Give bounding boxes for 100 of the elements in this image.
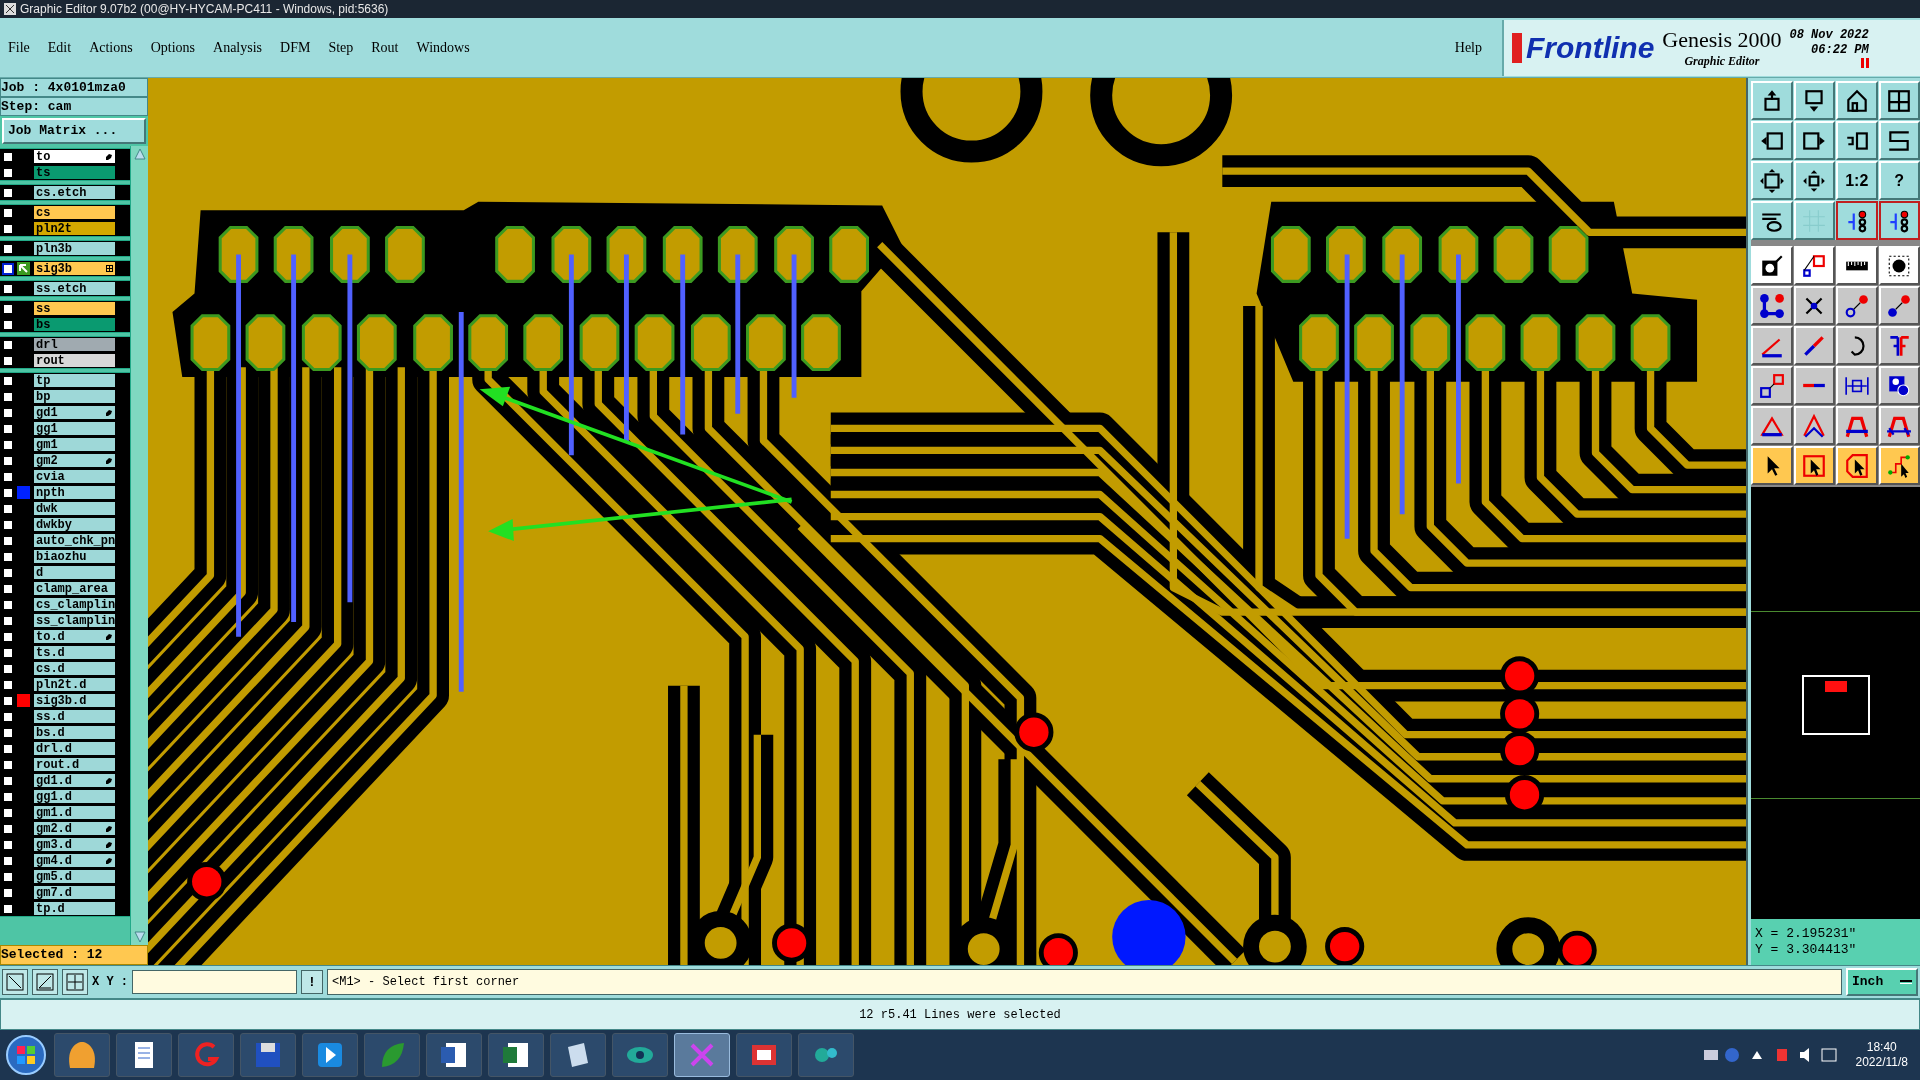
layer-label: sig3b [36,262,72,275]
layer-row[interactable]: gg1.d [33,789,116,804]
layer-label: to.d [36,630,65,643]
layer-row[interactable]: ss [33,301,116,316]
clock-date: 2022/11/8 [1855,1055,1908,1070]
layer-row[interactable]: ss.d [33,709,116,724]
layer-row[interactable]: biaozhu [33,549,116,564]
layer-label: gg1 [36,422,58,435]
layer-row[interactable]: cs.etch [33,185,116,200]
layer-row[interactable]: pln3b [33,241,116,256]
layer-row[interactable]: npth [33,485,116,500]
layer-row[interactable]: dwk [33,501,116,516]
menu-item[interactable]: File [8,37,30,58]
toolbar-button[interactable]: ? [1878,161,1920,200]
layer-label: gm5.d [36,870,72,883]
layer-label: bp [36,390,51,403]
date-label: 08 Nov 2022 [1789,27,1869,43]
layer-row[interactable]: to [33,149,116,164]
layer-row[interactable]: gm2 [33,453,116,468]
step-label: Step: cam [0,97,148,116]
layer-label: gg1.d [36,790,72,803]
menu-item[interactable]: Help [1454,37,1482,58]
menu-item[interactable]: Rout [371,37,399,58]
menu-item[interactable]: Edit [47,37,72,58]
layer-row[interactable]: cs.d [33,661,116,676]
layer-row[interactable]: gm4.d [33,853,116,868]
job-label: Job : 4x0101mza0 [0,78,148,97]
xy-label: X Y : [92,974,128,991]
layer-row[interactable]: clamp_area [33,581,116,596]
layer-label: cs.d [36,662,65,675]
layer-row[interactable]: sig3b.d [33,693,116,708]
menu-item[interactable]: Analysis [213,37,263,58]
selected-count: Selected : 12 [0,945,148,965]
y-coordinate: Y = 3.304413" [1755,942,1858,959]
layer-row[interactable]: gm2.d [33,821,116,836]
layer-row[interactable]: bp [33,389,116,404]
layer-label: gm4.d [36,854,72,867]
layer-row[interactable]: pln2t.d [33,677,116,692]
prompt-text: <M1> - Select first corner [332,974,520,991]
layer-row[interactable]: gd1 [33,405,116,420]
layer-label: gm1 [36,438,58,451]
layer-row[interactable]: gm1 [33,437,116,452]
layer-label: ss.etch [36,282,87,295]
layer-row[interactable]: ts [33,165,116,180]
units-dropdown[interactable]: Inch [1846,968,1918,996]
layer-label: tp [36,374,51,387]
layer-label: cvia [36,470,65,483]
layer-label: gm7.d [36,886,72,899]
toolbar-button[interactable]: 1:2 [1836,161,1878,200]
layer-label: ss.d [36,710,65,723]
x-coordinate: X = 2.195231" [1755,925,1858,942]
layer-label: gd1 [36,406,58,419]
layer-row[interactable]: ss.etch [33,281,116,296]
layer-label: pln3b [36,242,72,255]
layer-label: gm2.d [36,822,72,835]
layer-row[interactable]: to.d [33,629,116,644]
layer-row[interactable]: cvia [33,469,116,484]
layer-row[interactable]: gm7.d [33,885,116,900]
menu-item[interactable]: Windows [416,37,470,58]
layer-label: npth [36,486,65,499]
layer-row[interactable]: bs.d [33,725,116,740]
layer-label: cs [36,206,51,219]
layer-row[interactable]: drl.d [33,741,116,756]
layer-label: gd1.d [36,774,72,787]
layer-row[interactable]: gm3.d [33,837,116,852]
layer-label: dwkby [36,518,72,531]
layer-row[interactable]: gm5.d [33,869,116,884]
layer-label: tp.d [36,902,65,915]
layer-row[interactable]: dwkby [33,517,116,532]
menu-item[interactable]: Options [150,37,196,58]
layer-label: d [36,566,44,579]
menu-item[interactable]: Step [328,37,354,58]
layer-label: gm2 [36,454,58,467]
layer-row[interactable]: gg1 [33,421,116,436]
layer-row[interactable]: tp.d [33,901,116,916]
product-name: Genesis 2000 [1662,26,1782,54]
layer-row[interactable]: d [33,565,116,580]
layer-row[interactable]: drl [33,337,116,352]
window-title: Graphic Editor 9.07b2 (00@HY-HYCAM-PC411 - Windows, pid:5636) [20,3,389,15]
execute-button[interactable]: ! [301,970,323,994]
layer-row[interactable]: pln2t [33,221,116,236]
layer-row[interactable]: cs [33,205,116,220]
layer-row[interactable]: bs [33,317,116,332]
job-matrix-button[interactable]: Job Matrix ... [2,118,146,144]
layer-label: gm3.d [36,838,72,851]
layer-row[interactable]: rout.d [33,757,116,772]
layer-row[interactable]: gd1.d [33,773,116,788]
layer-label: ts.d [36,646,65,659]
brand-logo: Frontline [1512,32,1655,63]
layer-row[interactable]: rout [33,353,116,368]
layer-row[interactable]: sig3b [33,261,116,276]
clock-time: 18:40 [1866,1040,1897,1055]
layer-row[interactable]: tp [33,373,116,388]
layer-label: bs.d [36,726,65,739]
layer-row[interactable]: ts.d [33,645,116,660]
layer-label: dwk [36,502,58,515]
menu-item[interactable]: Actions [89,37,133,58]
layer-row[interactable]: gm1.d [33,805,116,820]
menu-item[interactable]: DFM [280,37,311,58]
layer-label: to [36,150,51,163]
